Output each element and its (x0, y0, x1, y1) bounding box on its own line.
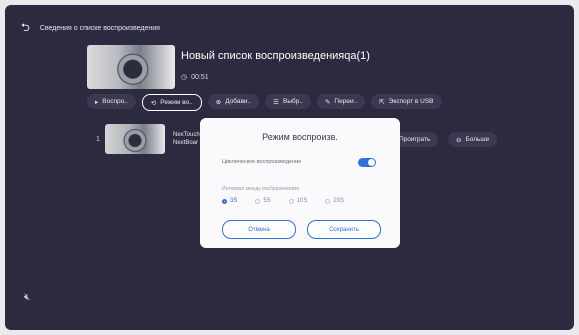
page-title: Сведения о списке воспроизведения (39, 25, 160, 32)
list-item-name-line1: NexTouch (173, 132, 200, 138)
mute-speaker-icon[interactable]: 🔇︎ (24, 292, 30, 303)
more-icon: ⊖ (456, 136, 462, 144)
rename-button[interactable]: ✎ Переи.. (316, 94, 366, 109)
rename-icon: ✎ (324, 98, 331, 106)
radio-icon (255, 198, 261, 204)
toolbar: ▸ Воспро.. ⟲ Режим во.. ⊕ Добави.. ☰ Выб… (87, 94, 442, 111)
add-button-label: Добави.. (225, 98, 252, 105)
radio-selected-icon (222, 198, 227, 204)
interval-option-5s-label: 5S (263, 198, 271, 204)
interval-option-20s[interactable]: 20S (325, 198, 344, 204)
list-item-more-button[interactable]: ⊖ Больше (448, 132, 498, 147)
playlist-thumbnail (87, 45, 175, 89)
interval-option-3s[interactable]: 3S (222, 198, 237, 204)
interval-option-10s-label: 10S (296, 198, 308, 204)
playlist-title: Новый список воспроизведенияqa(1) (181, 50, 370, 62)
clock-icon: ◷ (181, 74, 188, 81)
select-button[interactable]: ☰ Выбр.. (265, 94, 311, 109)
play-button[interactable]: ▸ Воспро.. (87, 94, 136, 109)
list-item-play-label: Проиграть (399, 136, 431, 143)
interval-option-10s[interactable]: 10S (288, 198, 308, 204)
interval-option-3s-label: 3S (230, 198, 238, 204)
add-icon: ⊕ (215, 98, 222, 106)
list-item-name-line2: NextBoar (173, 140, 199, 146)
radio-icon (288, 198, 294, 204)
list-item-thumbnail[interactable] (105, 124, 165, 154)
add-button[interactable]: ⊕ Добави.. (207, 94, 260, 109)
cancel-button[interactable]: Отмена (222, 220, 296, 239)
play-mode-button-label: Режим во.. (160, 99, 193, 106)
play-mode-dialog: Режим воспроизв. Циклическое воспроизвед… (200, 118, 400, 248)
save-button[interactable]: Сохранить (307, 220, 381, 239)
duration-value: 00:51 (191, 73, 209, 81)
playlist-duration: ◷ 00:51 (181, 73, 209, 82)
app-screen: ⮌ Сведения о списке воспроизведения Новы… (5, 5, 574, 330)
back-arrow-icon[interactable]: ⮌ (21, 19, 30, 38)
list-item-more-label: Больше (465, 136, 490, 143)
play-mode-button[interactable]: ⟲ Режим во.. (141, 94, 202, 111)
interval-option-20s-label: 20S (333, 198, 345, 204)
loop-mode-icon: ⟲ (150, 99, 157, 107)
list-item-name: NexTouch NextBoar (173, 131, 200, 147)
list-item-index: 1 (96, 136, 100, 143)
loop-playback-label: Циклическое воспроизведение (222, 159, 302, 165)
interval-options: 3S 5S 10S 20S (222, 198, 344, 204)
export-usb-button-label: Экспорт в USB (388, 98, 434, 105)
play-icon: ▸ (95, 98, 99, 106)
dialog-title: Режим воспроизв. (262, 132, 338, 142)
select-button-label: Выбр.. (283, 98, 303, 105)
export-icon: ⇱ (379, 98, 385, 106)
interval-label: Интервал между изображениями (222, 186, 300, 192)
radio-icon (325, 198, 331, 204)
list-select-icon: ☰ (273, 98, 279, 106)
interval-option-5s[interactable]: 5S (255, 198, 271, 204)
rename-button-label: Переи.. (334, 98, 358, 105)
play-button-label: Воспро.. (102, 98, 128, 105)
export-usb-button[interactable]: ⇱ Экспорт в USB (371, 94, 442, 109)
header: ⮌ Сведения о списке воспроизведения (21, 19, 160, 38)
loop-playback-toggle[interactable] (358, 158, 376, 167)
